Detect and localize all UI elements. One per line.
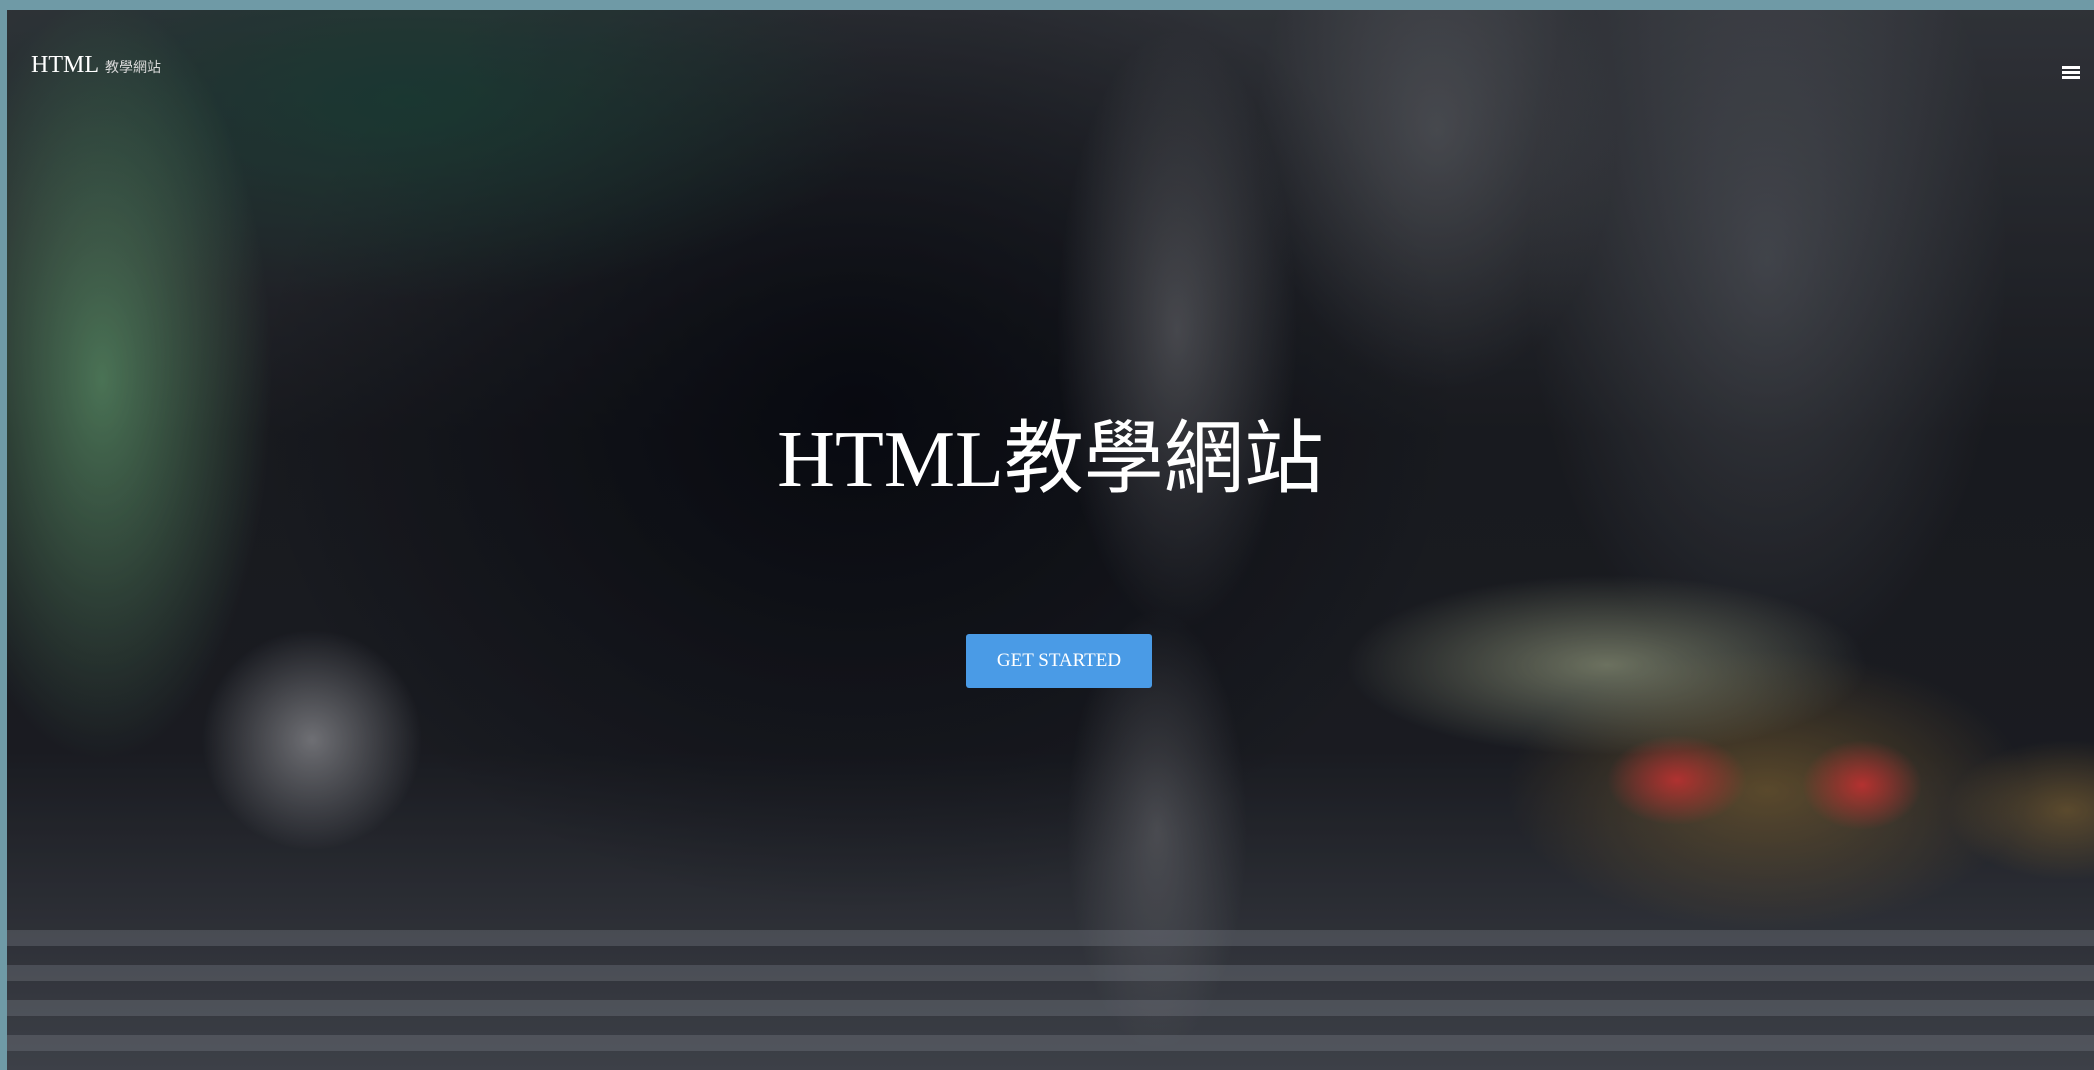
brand-title: HTML: [31, 52, 99, 78]
hero-title: HTML教學網站: [777, 416, 1324, 504]
browser-frame: HTML 教學網站 HTML教學網站 GET STARTED: [0, 0, 2094, 1070]
brand-subtitle: 教學網站: [105, 60, 161, 76]
hero-section: HTML 教學網站 HTML教學網站 GET STARTED: [7, 10, 2094, 1070]
get-started-button[interactable]: GET STARTED: [966, 634, 1152, 688]
brand-logo[interactable]: HTML 教學網站: [31, 50, 161, 83]
hamburger-menu-icon[interactable]: [2062, 66, 2080, 80]
navbar: HTML 教學網站: [7, 10, 2094, 120]
background-overlay: [7, 10, 2094, 1070]
